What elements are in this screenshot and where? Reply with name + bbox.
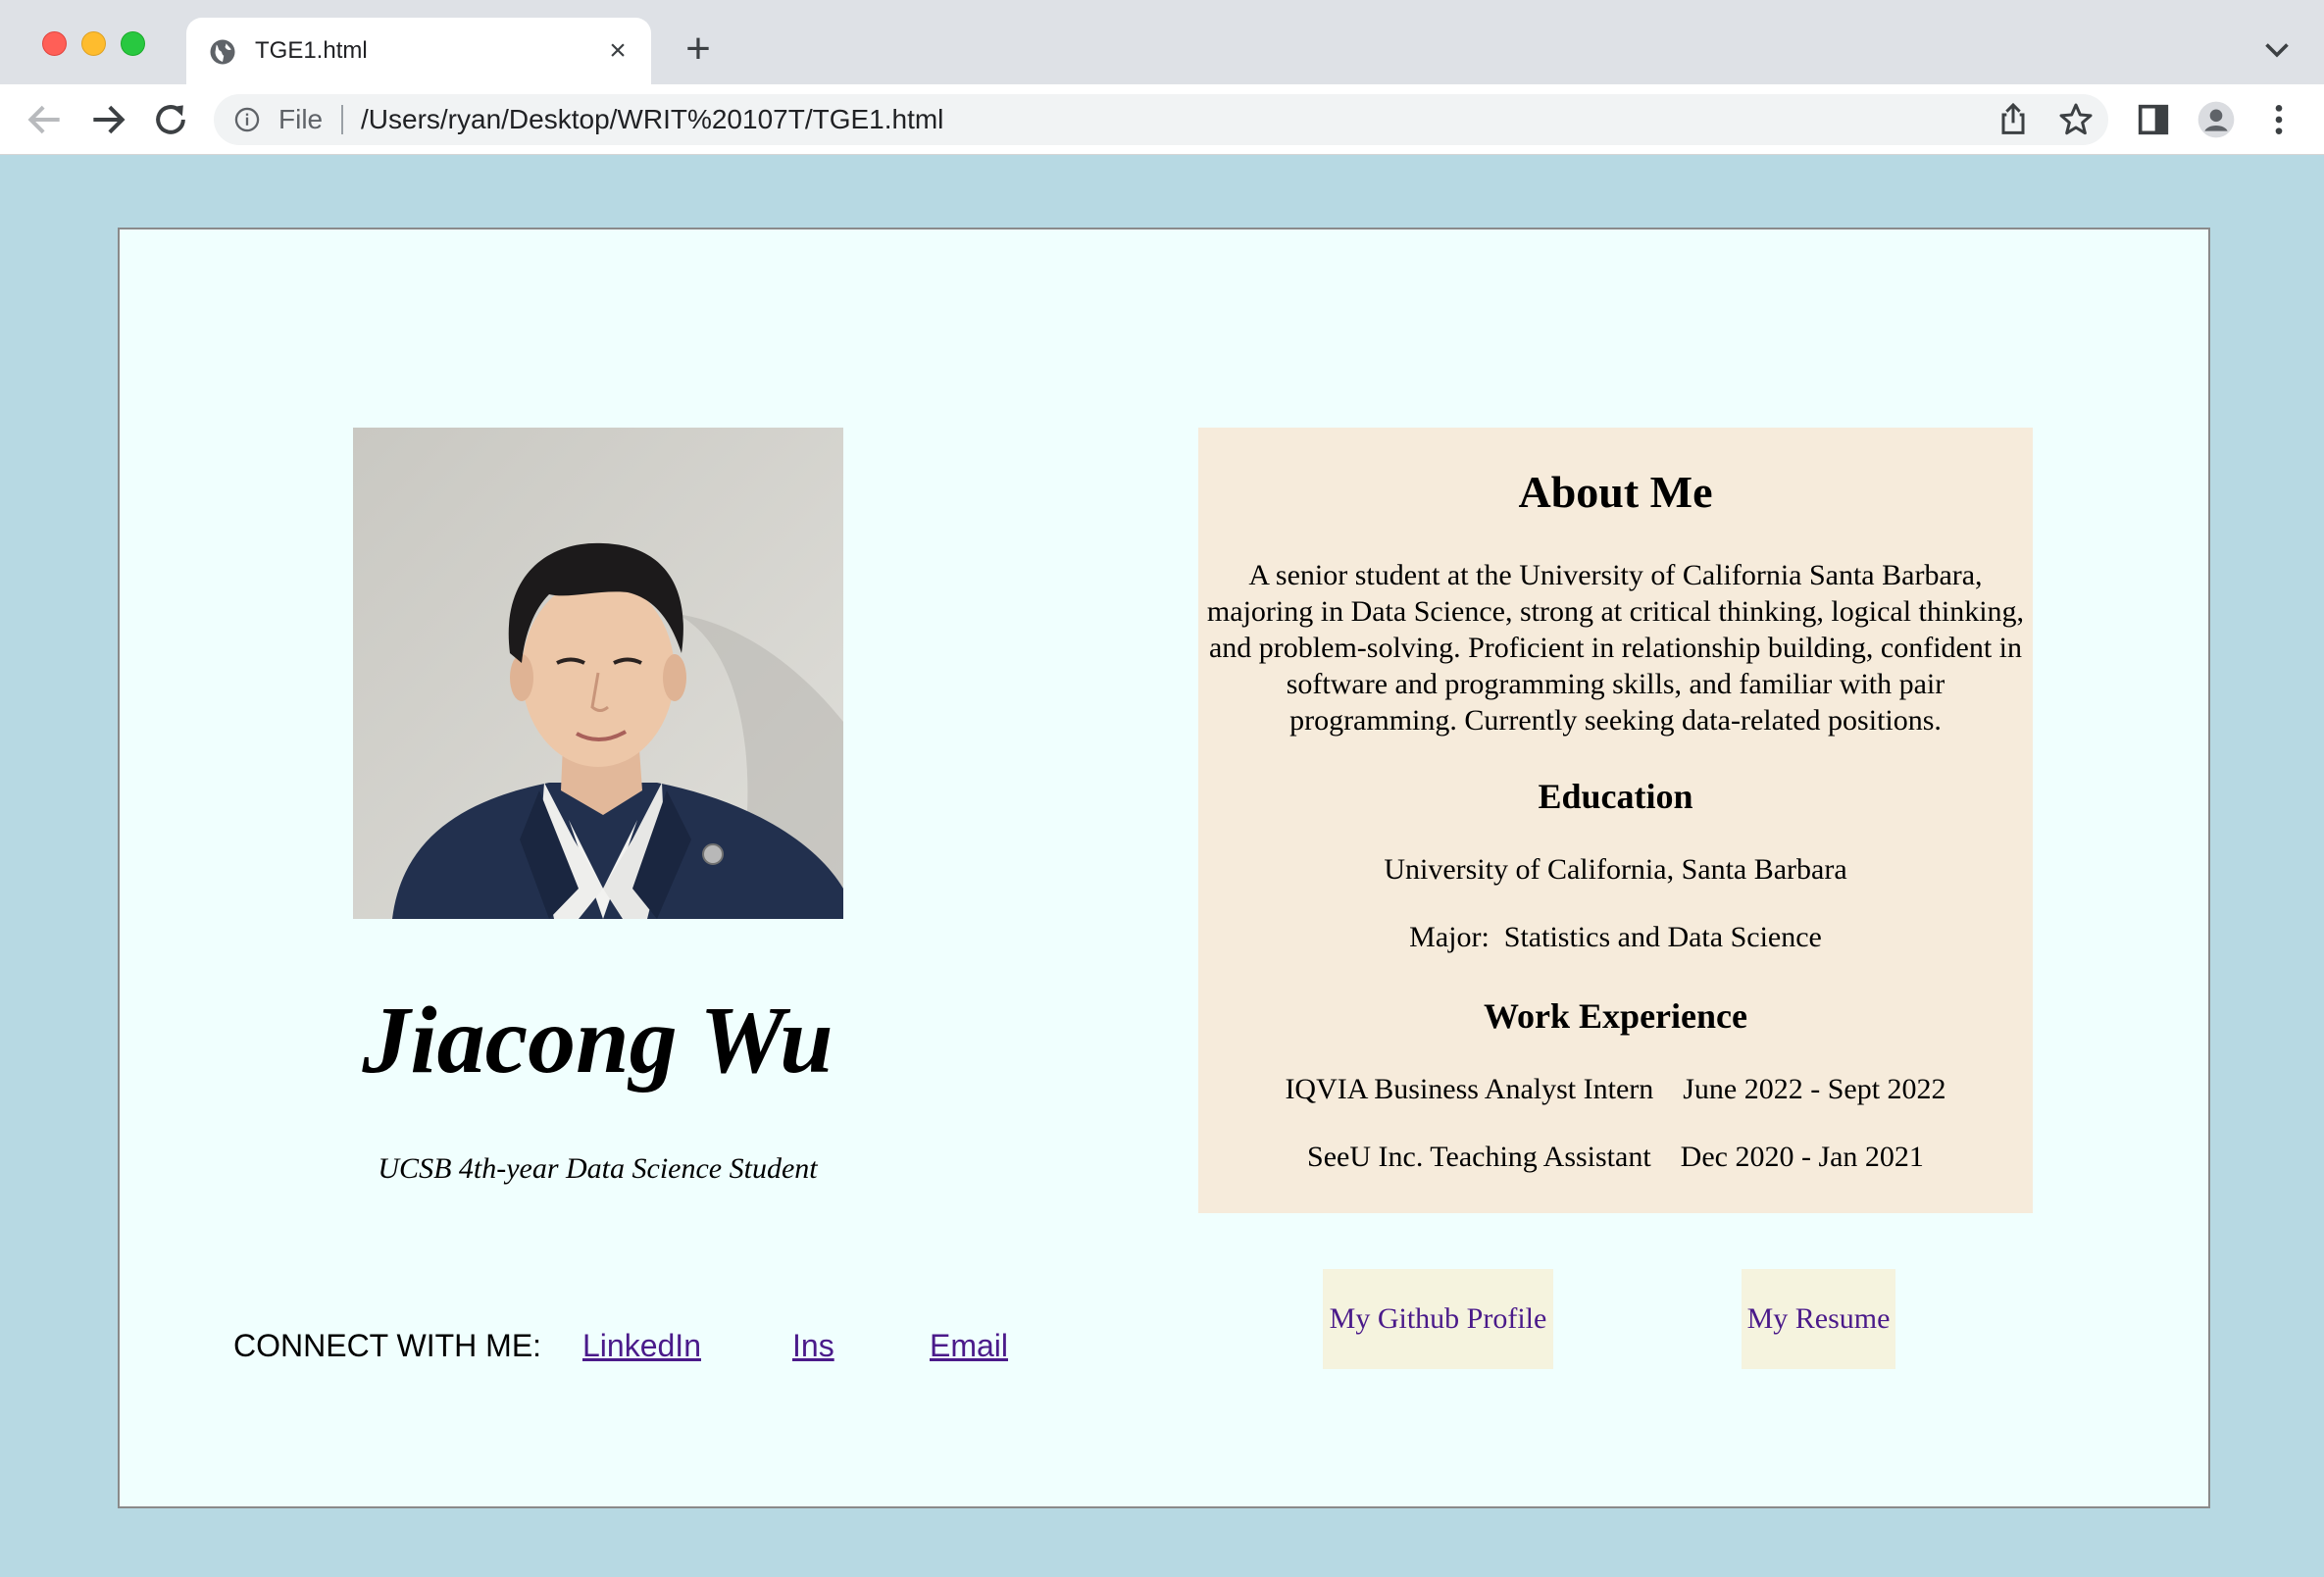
tab-title: TGE1.html: [255, 37, 368, 64]
globe-icon: [210, 39, 235, 65]
ins-link[interactable]: Ins: [792, 1326, 834, 1365]
about-bio: A senior student at the University of Ca…: [1206, 559, 2025, 737]
about-panel: About Me A senior student at the Univers…: [1198, 428, 2033, 1213]
profile-photo: [353, 428, 843, 919]
browser-chrome: TGE1.html × + File /Users/ryan/Desktop/W…: [0, 0, 2324, 155]
kebab-menu-icon[interactable]: [2259, 100, 2299, 139]
forward-arrow-icon[interactable]: [86, 98, 129, 141]
info-icon[interactable]: [233, 106, 261, 133]
portrait-image: [353, 428, 843, 919]
back-arrow-icon[interactable]: [24, 98, 67, 141]
education-major: Major: Statistics and Data Science: [1409, 921, 1822, 953]
url-text[interactable]: /Users/ryan/Desktop/WRIT%20107T/TGE1.htm…: [361, 105, 943, 134]
tab-search-chevron-icon[interactable]: [2259, 31, 2295, 67]
bookmark-star-icon[interactable]: [2056, 100, 2096, 139]
profile-name: Jiacong Wu: [362, 988, 834, 1094]
page-card: Jiacong Wu UCSB 4th-year Data Science St…: [118, 228, 2210, 1508]
window-close-button[interactable]: [42, 31, 67, 56]
profile-subtitle: UCSB 4th-year Data Science Student: [378, 1152, 818, 1185]
window-minimize-button[interactable]: [81, 31, 106, 56]
reload-icon[interactable]: [149, 98, 192, 141]
email-link[interactable]: Email: [930, 1326, 1008, 1365]
omnibox-divider: [341, 105, 343, 134]
education-school: University of California, Santa Barbara: [1384, 853, 1847, 886]
file-scheme-label: File: [278, 104, 324, 134]
work-item: IQVIA Business Analyst Intern June 2022 …: [1285, 1073, 1946, 1105]
resume-button[interactable]: My Resume: [1742, 1269, 1895, 1369]
profile-avatar-icon[interactable]: [2197, 100, 2236, 139]
work-experience-heading: Work Experience: [1484, 996, 1747, 1036]
tab-strip: TGE1.html × +: [0, 0, 2324, 84]
side-panel-icon[interactable]: [2134, 100, 2173, 139]
education-heading: Education: [1538, 777, 1693, 816]
about-heading: About Me: [1518, 467, 1713, 517]
github-profile-button[interactable]: My Github Profile: [1323, 1269, 1553, 1369]
window-maximize-button[interactable]: [121, 31, 145, 56]
connect-label: CONNECT WITH ME:: [233, 1328, 542, 1363]
active-tab[interactable]: TGE1.html ×: [186, 18, 651, 84]
share-icon[interactable]: [1994, 100, 2033, 139]
linkedin-link[interactable]: LinkedIn: [582, 1326, 701, 1365]
address-bar[interactable]: File /Users/ryan/Desktop/WRIT%20107T/TGE…: [214, 94, 2108, 145]
work-item: SeeU Inc. Teaching Assistant Dec 2020 - …: [1307, 1141, 1924, 1173]
new-tab-icon[interactable]: +: [675, 27, 722, 75]
tab-close-icon[interactable]: ×: [602, 35, 633, 67]
browser-toolbar: File /Users/ryan/Desktop/WRIT%20107T/TGE…: [0, 84, 2324, 155]
